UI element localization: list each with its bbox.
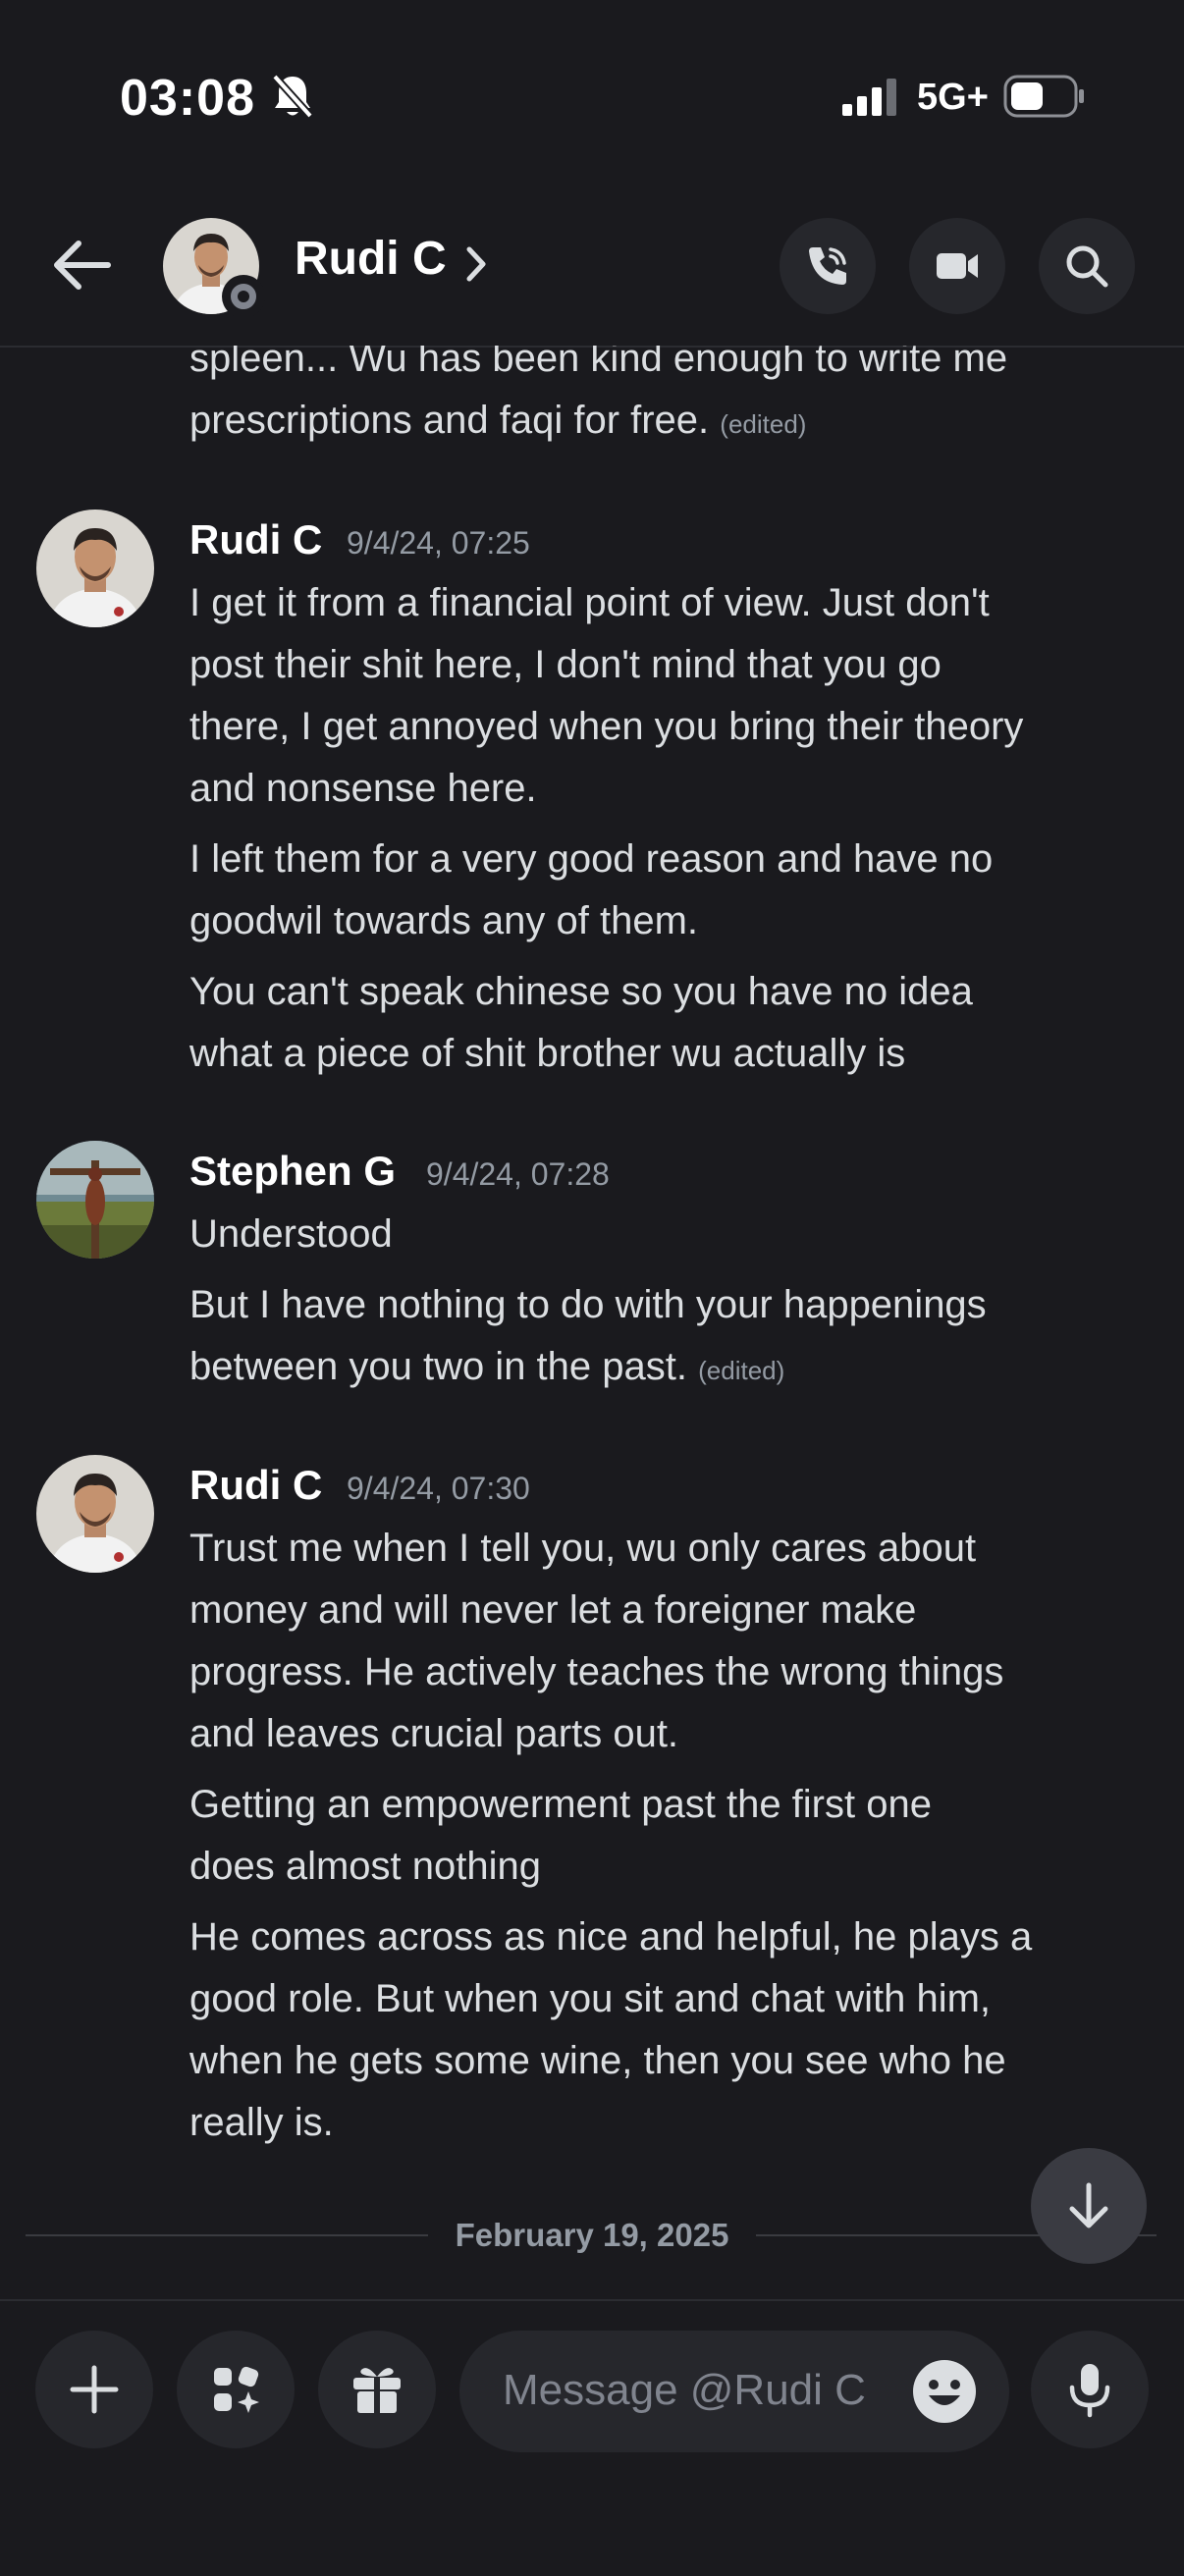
- search-button[interactable]: [1039, 218, 1135, 314]
- avatar[interactable]: [36, 510, 154, 627]
- apps-icon: [214, 2366, 259, 2413]
- message-text: really is.: [189, 2101, 334, 2144]
- header-username[interactable]: Rudi C: [295, 232, 447, 286]
- battery-icon: [1003, 75, 1084, 118]
- message-input[interactable]: [501, 2360, 897, 2421]
- message-text: goodwil towards any of them.: [189, 899, 699, 942]
- message-text: Getting an empowerment past the first on…: [189, 1783, 932, 1826]
- message-text: when he gets some wine, then you see who…: [189, 2039, 1006, 2082]
- cellular-signal-icon: [842, 79, 896, 116]
- back-arrow-icon[interactable]: [49, 236, 114, 295]
- search-icon: [1066, 245, 1108, 288]
- message-text: between you two in the past. (edited): [189, 1345, 785, 1388]
- bell-muted-icon: [272, 74, 313, 119]
- message-text: Trust me when I tell you, wu only cares …: [189, 1527, 977, 1570]
- message-text: does almost nothing: [189, 1845, 542, 1888]
- video-camera-icon: [937, 253, 978, 279]
- avatar[interactable]: [36, 1455, 154, 1573]
- edited-tag: (edited): [698, 1356, 785, 1385]
- message-text: money and will never let a foreigner mak…: [189, 1588, 917, 1632]
- message-timestamp: 9/4/24, 07:25: [347, 525, 530, 561]
- message-text: I left them for a very good reason and h…: [189, 837, 994, 881]
- microphone-icon: [1069, 2364, 1110, 2418]
- message-text: there, I get annoyed when you bring thei…: [189, 705, 1024, 748]
- apps-button[interactable]: [177, 2331, 295, 2448]
- gift-button[interactable]: [318, 2331, 436, 2448]
- arrow-down-icon: [1069, 2182, 1108, 2228]
- message-text: what a piece of shit brother wu actually…: [189, 1032, 906, 1075]
- jump-to-present-button[interactable]: [1031, 2148, 1147, 2264]
- message-author[interactable]: Stephen G: [189, 1148, 396, 1195]
- message-text: and nonsense here.: [189, 767, 537, 810]
- status-time: 03:08: [120, 70, 255, 127]
- message-text: I get it from a financial point of view.…: [189, 581, 990, 624]
- message-input-container[interactable]: [459, 2331, 1009, 2452]
- chevron-right-icon[interactable]: [461, 242, 491, 287]
- edited-tag: (edited): [720, 409, 807, 439]
- message-text: spleen... Wu has been kind enough to wri…: [189, 346, 1008, 380]
- attach-button[interactable]: [35, 2331, 153, 2448]
- chat-header: Rudi C: [0, 177, 1184, 348]
- message-text: and leaves crucial parts out.: [189, 1712, 679, 1755]
- presence-status-icon: [222, 275, 265, 318]
- message-text: You can't speak chinese so you have no i…: [189, 970, 973, 1013]
- phone-call-icon: [809, 247, 846, 285]
- message-timestamp: 9/4/24, 07:28: [426, 1156, 610, 1192]
- message-text: post their shit here, I don't mind that …: [189, 643, 942, 686]
- message-text: prescriptions and faqi for free. (edited…: [189, 399, 807, 442]
- message-text: progress. He actively teaches the wrong …: [189, 1650, 1004, 1693]
- message-timestamp: 9/4/24, 07:30: [347, 1471, 530, 1506]
- date-divider-label: February 19, 2025: [455, 2217, 729, 2253]
- message-text: He comes across as nice and helpful, he …: [189, 1915, 1033, 1959]
- status-bar: 03:08 5G+: [0, 0, 1184, 177]
- voice-message-button[interactable]: [1031, 2331, 1149, 2448]
- video-call-button[interactable]: [909, 218, 1005, 314]
- emoji-icon[interactable]: [911, 2358, 978, 2425]
- message-text: But I have nothing to do with your happe…: [189, 1283, 987, 1326]
- plus-icon: [70, 2365, 119, 2414]
- message-composer: [0, 2299, 1184, 2576]
- network-type: 5G+: [917, 77, 989, 118]
- message-author[interactable]: Rudi C: [189, 1462, 322, 1509]
- message-text: Understood: [189, 1212, 393, 1256]
- message-author[interactable]: Rudi C: [189, 516, 322, 564]
- avatar[interactable]: [36, 1141, 154, 1259]
- message-text: good role. But when you sit and chat wit…: [189, 1977, 992, 2020]
- voice-call-button[interactable]: [780, 218, 876, 314]
- message-list[interactable]: spleen... Wu has been kind enough to wri…: [0, 346, 1184, 2299]
- gift-icon: [353, 2368, 401, 2413]
